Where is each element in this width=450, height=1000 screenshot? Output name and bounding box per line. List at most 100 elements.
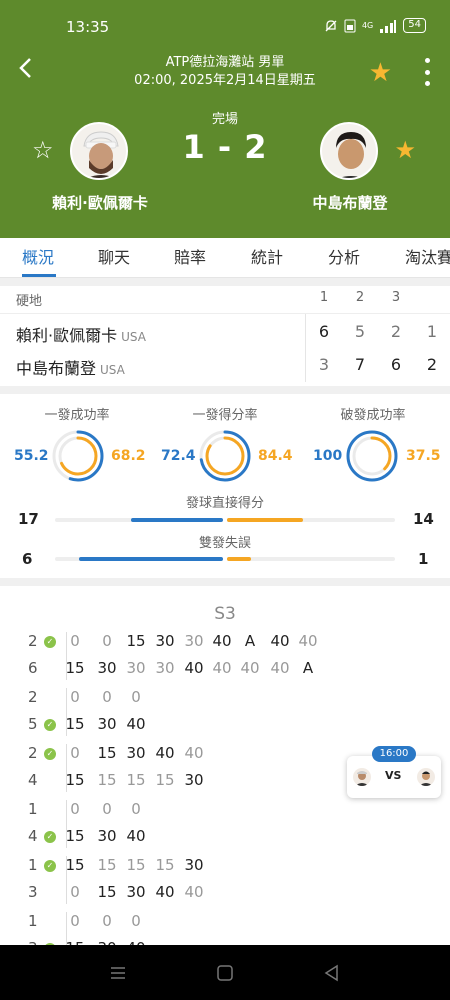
status-bar: 13:35 4G 54 [0,0,450,56]
point-score: 40 [184,744,204,762]
status-time: 13:35 [66,18,110,36]
point-score: 0 [70,912,80,930]
point-score: 0 [131,912,141,930]
tab-stats[interactable]: 統計 [251,238,283,278]
section-divider [0,578,450,586]
player1-games: 2 [28,688,38,706]
point-score: 40 [155,744,175,762]
player2-games: 6 [28,659,38,677]
stat-title-double-faults: 雙發失誤 [198,536,251,551]
point-score: 40 [184,883,204,901]
check-icon: ✓ [44,719,56,731]
favorite-player2-button[interactable]: ★ [394,136,416,164]
set-score-table: 硬地 1 2 3 賴利·歐佩爾卡 USA 6 5 2 1 中島布蘭登 USA 3 7… [0,284,450,384]
point-score: 40 [126,827,146,845]
point-score: 30 [155,659,175,677]
match-stats: 一發成功率 一發得分率 破發成功率 55.2 68.2 72.4 84.4 10… [0,394,450,576]
point-score: 30 [155,632,175,650]
point-score: 30 [126,659,146,677]
point-score: 40 [240,659,260,677]
status-icons: 4G 54 [324,18,426,33]
player2-games: 5 [28,715,38,733]
active-tab-indicator [22,274,56,277]
battery-icon: 54 [403,18,426,33]
player2-games: 3 [28,883,38,901]
player2-name[interactable]: 中島布蘭登 [270,192,430,213]
nav-home-button[interactable] [215,963,235,983]
favorite-match-button[interactable]: ★ [369,58,392,88]
point-score: 15 [126,856,146,874]
star-icon: ★ [394,136,416,164]
game-row: 2 5 ✓ 0 0 0 15 30 40 [0,686,450,742]
stat-value-right: 68.2 [111,448,146,464]
point-score: 15 [65,715,85,733]
aces-left: 17 [18,510,39,528]
player1-avatar[interactable] [70,122,128,180]
point-score: 15 [155,771,175,789]
point-score: 0 [131,800,141,818]
point-score: 40 [155,883,175,901]
match-status: 完場 [211,112,238,127]
nav-menu-icon [111,967,125,979]
tab-chat[interactable]: 聊天 [98,238,130,278]
player2-name-text: 中島布蘭登 [16,359,97,378]
nav-home-icon [217,965,233,981]
tab-odds[interactable]: 賠率 [174,238,206,278]
mute-icon [325,19,337,31]
nav-back-button[interactable] [322,963,342,983]
check-icon: ✓ [44,831,56,843]
stat-title-first-serve: 一發成功率 [44,408,110,423]
point-score: 30 [184,632,204,650]
player1-games: 2 [28,744,38,762]
point-score: 0 [70,883,80,901]
game-row: 13✓000153040 [0,910,450,945]
nav-menu-button[interactable] [108,963,128,983]
point-score: 15 [65,856,85,874]
player2-avatar[interactable] [320,122,378,180]
point-score: 0 [102,912,112,930]
stat-ring [199,430,251,482]
point-score: 30 [184,771,204,789]
bar-track [227,557,395,561]
point-score: A [244,632,256,650]
favorite-player1-button[interactable]: ☆ [32,136,54,164]
check-icon: ✓ [44,748,56,760]
tab-knockout[interactable]: 淘汰賽 [405,238,450,278]
point-score: 15 [97,744,117,762]
aces-bar-right [227,518,303,522]
network-type: 4G [361,21,374,30]
point-score: 0 [131,688,141,706]
tab-analysis[interactable]: 分析 [328,238,360,278]
more-menu-button[interactable] [420,58,434,86]
point-score: 30 [97,659,117,677]
section-divider [0,386,450,394]
aces-right: 14 [413,510,434,528]
stat-value-left: 55.2 [14,448,49,464]
system-nav-bar [0,945,450,1000]
tab-overview[interactable]: 概況 [22,238,54,278]
floating-match-time: 16:00 [372,746,416,762]
double-faults-bar-left [79,557,223,561]
tab-bar: 概況 聊天 賠率 統計 分析 淘汰賽 [0,238,450,278]
star-outline-icon: ☆ [32,136,54,164]
match-score: 1 - 2 [182,128,268,166]
point-score: 30 [126,744,146,762]
point-score: 0 [70,800,80,818]
aces-bar-left [131,518,223,522]
player1-name[interactable]: 賴利·歐佩爾卡 [20,192,180,213]
point-score: 0 [102,632,112,650]
floating-vs: VS [385,769,402,782]
game-row: 2 6 ✓ 0 0 15 30 30 40 A 40 40 15 30 30 30 40 40 40 40 A [0,630,450,686]
current-score-cell: 1 [426,322,438,341]
player1-games: 1 [28,856,38,874]
double-faults-bar-right [227,557,251,561]
nav-back-icon [324,964,338,982]
point-score: 30 [184,856,204,874]
point-score: 30 [97,715,117,733]
sim-icon [344,19,356,32]
court-surface: 硬地 [16,294,43,309]
player1-games: 1 [28,912,38,930]
set-score-cell: 5 [354,322,366,341]
set-score-cell: 7 [354,355,366,374]
player2-country: USA [100,363,125,377]
